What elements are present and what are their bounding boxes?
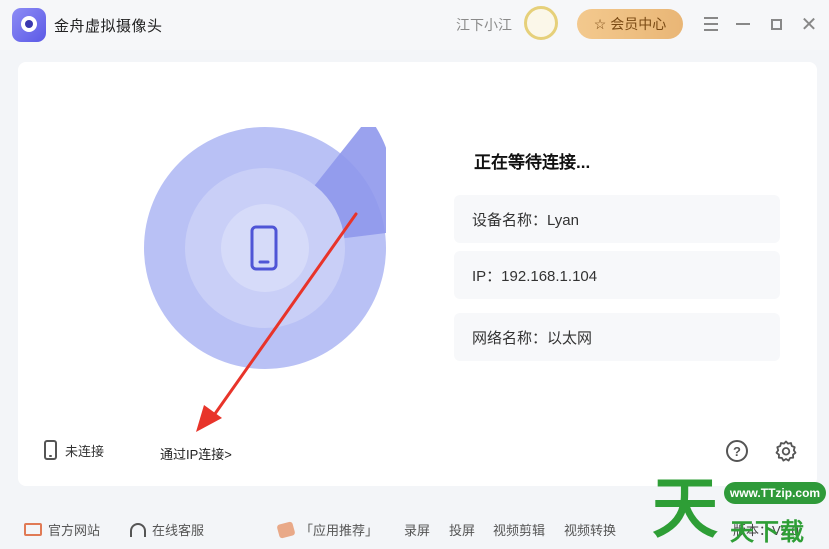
gear-icon[interactable]	[774, 439, 798, 463]
network-name-row: 网络名称：以太网	[454, 313, 780, 361]
radar-scan	[144, 127, 386, 369]
video-convert-link[interactable]: 视频转换	[564, 520, 616, 539]
status-title: 正在等待连接...	[474, 153, 591, 172]
vip-center-button[interactable]: ☆ 会员中心	[577, 9, 683, 39]
official-site-link[interactable]: 官方网站	[24, 520, 100, 539]
record-link[interactable]: 录屏	[404, 520, 430, 539]
connection-state: 未连接	[44, 440, 104, 460]
cast-link[interactable]: 投屏	[449, 520, 475, 539]
star-icon: ☆	[593, 15, 607, 32]
online-service-link[interactable]: 在线客服	[130, 520, 204, 539]
help-icon[interactable]: ?	[726, 440, 748, 462]
maximize-icon[interactable]	[764, 12, 788, 36]
username[interactable]: 江下小江	[456, 15, 512, 35]
app-logo	[12, 8, 46, 42]
connect-via-ip-link[interactable]: 通过IP连接>	[160, 444, 232, 463]
online-service-label: 在线客服	[152, 523, 205, 538]
app-title: 金舟虚拟摄像头	[54, 18, 163, 35]
vip-center-label: 会员中心	[610, 16, 667, 32]
app-recommend-link[interactable]: 「应用推荐」	[276, 520, 379, 539]
gift-icon	[276, 520, 296, 539]
minimize-icon[interactable]	[731, 12, 755, 36]
app-recommend-label: 「应用推荐」	[300, 523, 379, 538]
ip-row: IP：192.168.1.104	[454, 251, 780, 299]
avatar[interactable]	[524, 6, 558, 40]
official-site-label: 官方网站	[48, 523, 101, 538]
main-panel: 正在等待连接... 设备名称：Lyan IP：192.168.1.104 网络名…	[18, 62, 817, 486]
menu-icon[interactable]	[699, 12, 723, 36]
connection-state-label: 未连接	[65, 443, 105, 459]
device-name-row: 设备名称：Lyan	[454, 195, 780, 243]
title-bar: 金舟虚拟摄像头 江下小江 ☆ 会员中心 ✕	[0, 0, 829, 50]
phone-icon	[44, 440, 57, 460]
footer-bar: 官方网站 在线客服 「应用推荐」 录屏 投屏 视频剪辑 视频转换 版本：V2.0	[0, 510, 829, 549]
monitor-icon	[24, 523, 42, 536]
video-edit-link[interactable]: 视频剪辑	[493, 520, 545, 539]
version-label: 版本：V2.0	[733, 523, 799, 538]
headset-icon	[130, 522, 146, 537]
close-icon[interactable]: ✕	[797, 12, 821, 36]
